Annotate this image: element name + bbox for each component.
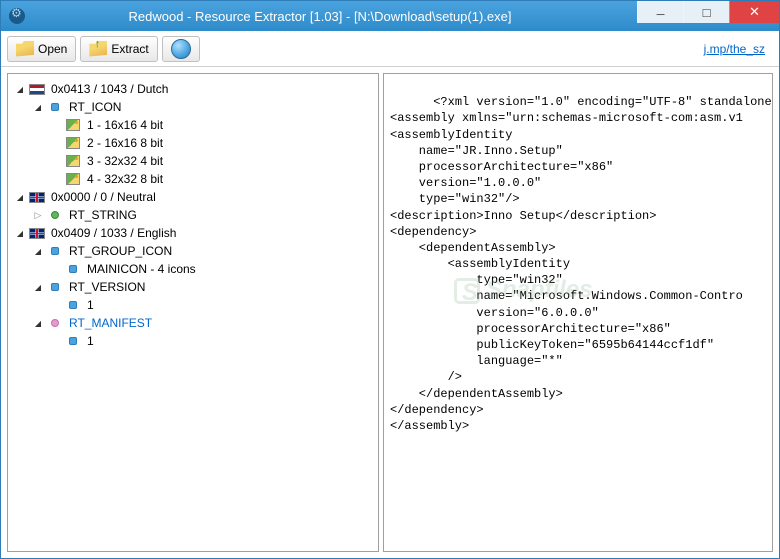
expander-expanded-icon[interactable] [32, 317, 44, 329]
dot-blue-icon [47, 244, 63, 258]
tree-row[interactable]: RT_MANIFEST [10, 314, 376, 332]
window-title: Redwood - Resource Extractor [1.03] - [N… [33, 9, 637, 24]
tree-label: 4 - 32x32 8 bit [84, 171, 166, 187]
globe-icon [171, 39, 191, 59]
folder-extract-icon [89, 41, 107, 57]
expander-expanded-icon[interactable] [14, 83, 26, 95]
dot-blue-icon [47, 100, 63, 114]
icon-img-icon [65, 172, 81, 186]
expander-expanded-icon[interactable] [32, 245, 44, 257]
dot-green-icon [47, 208, 63, 222]
tree-label: RT_ICON [66, 99, 124, 115]
titlebar[interactable]: Redwood - Resource Extractor [1.03] - [N… [1, 1, 779, 31]
expander-expanded-icon[interactable] [32, 281, 44, 293]
tree-row[interactable]: 0x0000 / 0 / Neutral [10, 188, 376, 206]
tree-label: RT_GROUP_ICON [66, 243, 175, 259]
code-text: <?xml version="1.0" encoding="UTF-8" sta… [390, 95, 773, 433]
tree-label: 1 [84, 333, 97, 349]
tree-row[interactable]: 4 - 32x32 8 bit [10, 170, 376, 188]
icon-img-icon [65, 118, 81, 132]
tree-row[interactable]: 1 [10, 332, 376, 350]
tree-label: 3 - 32x32 4 bit [84, 153, 166, 169]
tree-label: 0x0409 / 1033 / English [48, 225, 179, 241]
icon-img-icon [65, 154, 81, 168]
tree-row[interactable]: MAINICON - 4 icons [10, 260, 376, 278]
expander-expanded-icon[interactable] [14, 191, 26, 203]
tree-label: 0x0413 / 1043 / Dutch [48, 81, 171, 97]
flag-nl-icon [29, 82, 45, 96]
dot-blue-icon [65, 334, 81, 348]
app-icon [9, 8, 25, 24]
dot-blue-icon [65, 262, 81, 276]
tree-label: 1 [84, 297, 97, 313]
flag-uk-icon [29, 190, 45, 204]
resource-tree[interactable]: 0x0413 / 1043 / Dutch RT_ICON 1 - 16x16 4 … [7, 73, 379, 552]
open-button[interactable]: Open [7, 36, 76, 62]
tree-row[interactable]: 2 - 16x16 8 bit [10, 134, 376, 152]
tree-label: MAINICON - 4 icons [84, 261, 199, 277]
maximize-button[interactable] [683, 1, 729, 23]
flag-uk-icon [29, 226, 45, 240]
app-window: Redwood - Resource Extractor [1.03] - [N… [0, 0, 780, 559]
tree-row[interactable]: RT_STRING [10, 206, 376, 224]
expander-expanded-icon[interactable] [14, 227, 26, 239]
tree-label: 1 - 16x16 4 bit [84, 117, 166, 133]
tree-row[interactable]: 0x0409 / 1033 / English [10, 224, 376, 242]
tree-label: 0x0000 / 0 / Neutral [48, 189, 159, 205]
tree-row[interactable]: 3 - 32x32 4 bit [10, 152, 376, 170]
tree-label: 2 - 16x16 8 bit [84, 135, 166, 151]
folder-open-icon [16, 41, 34, 57]
window-controls [637, 1, 779, 31]
tree-label: RT_MANIFEST [66, 315, 155, 331]
web-button[interactable] [162, 36, 200, 62]
content-area: 0x0413 / 1043 / Dutch RT_ICON 1 - 16x16 4 … [1, 67, 779, 558]
toolbar-link[interactable]: j.mp/the_sz [704, 42, 765, 56]
tree-row[interactable]: RT_ICON [10, 98, 376, 116]
tree-label: RT_VERSION [66, 279, 148, 295]
dot-blue-icon [47, 280, 63, 294]
tree-label: RT_STRING [66, 207, 140, 223]
tree-row[interactable]: RT_VERSION [10, 278, 376, 296]
dot-blue-icon [65, 298, 81, 312]
extract-button[interactable]: Extract [80, 36, 157, 62]
toolbar: Open Extract j.mp/the_sz [1, 31, 779, 67]
close-button[interactable] [729, 1, 779, 23]
tree-row[interactable]: 1 [10, 296, 376, 314]
icon-img-icon [65, 136, 81, 150]
minimize-button[interactable] [637, 1, 683, 23]
open-button-label: Open [38, 42, 67, 56]
dot-pink-icon [47, 316, 63, 330]
expander-collapsed-icon[interactable] [32, 209, 44, 221]
tree-row[interactable]: 0x0413 / 1043 / Dutch [10, 80, 376, 98]
code-viewer[interactable]: <?xml version="1.0" encoding="UTF-8" sta… [383, 73, 773, 552]
tree-row[interactable]: 1 - 16x16 4 bit [10, 116, 376, 134]
tree-row[interactable]: RT_GROUP_ICON [10, 242, 376, 260]
extract-button-label: Extract [111, 42, 148, 56]
expander-expanded-icon[interactable] [32, 101, 44, 113]
